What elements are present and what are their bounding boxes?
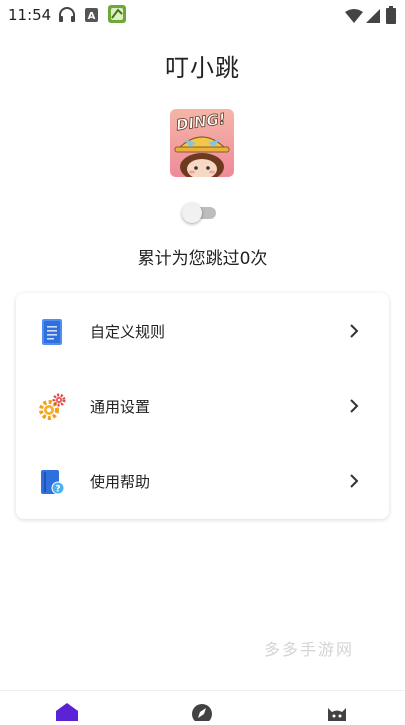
wifi-icon	[345, 8, 363, 27]
app-logo: DING!	[170, 109, 234, 177]
menu-item-help[interactable]: ? 使用帮助	[16, 446, 389, 516]
cellular-signal-icon	[366, 8, 380, 27]
menu-item-custom-rules[interactable]: 自定义规则	[16, 296, 389, 366]
watermark: 多多手游网	[264, 640, 355, 659]
home-icon[interactable]	[56, 703, 78, 725]
headphones-icon	[58, 7, 76, 27]
status-time: 11:54	[8, 6, 52, 24]
chevron-right-icon	[349, 323, 359, 338]
menu-item-label: 使用帮助	[90, 473, 151, 491]
app-notification-icon	[108, 5, 126, 27]
gears-icon	[38, 393, 66, 421]
menu-card: 自定义规则 通用设置 ? 使用帮助	[16, 293, 389, 519]
enable-toggle[interactable]	[182, 203, 216, 223]
svg-text:?: ?	[55, 485, 60, 495]
bottom-nav	[0, 690, 405, 724]
skip-count-text: 累计为您跳过0次	[137, 249, 268, 269]
toggle-knob	[182, 203, 202, 223]
help-book-icon: ?	[38, 468, 66, 496]
cat-icon[interactable]	[326, 703, 348, 725]
menu-item-label: 通用设置	[90, 398, 151, 416]
menu-item-label: 自定义规则	[90, 323, 166, 341]
document-icon	[38, 318, 66, 346]
battery-icon	[386, 6, 396, 28]
a-notification-icon: A	[85, 7, 99, 27]
chevron-right-icon	[349, 473, 359, 488]
chevron-right-icon	[349, 398, 359, 413]
app-title: 叮小跳	[165, 54, 240, 82]
rocket-icon[interactable]	[191, 703, 213, 725]
svg-text:A: A	[88, 11, 96, 22]
status-bar: 11:54 A	[0, 0, 405, 30]
menu-item-general-settings[interactable]: 通用设置	[16, 371, 389, 441]
